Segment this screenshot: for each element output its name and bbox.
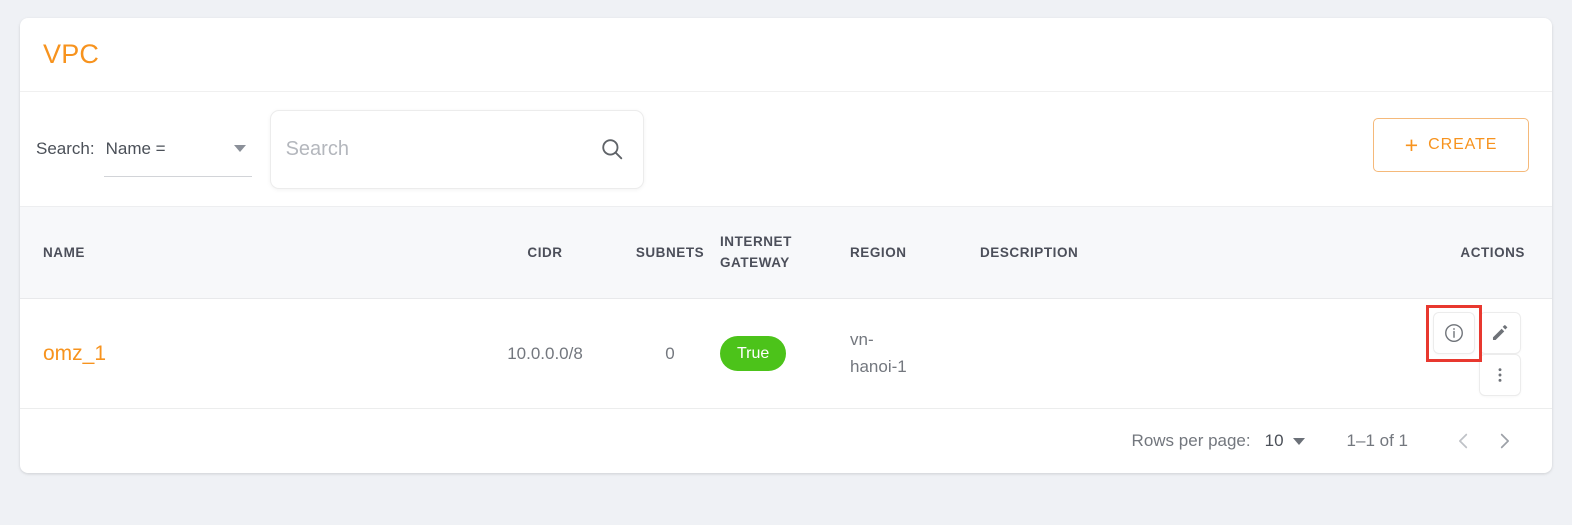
column-header-actions: ACTIONS xyxy=(1460,245,1525,260)
table-head: NAME CIDR SUBNETS INTERNET GATEWAY REGIO… xyxy=(20,206,1552,299)
status-badge: True xyxy=(720,336,787,371)
pagination-bar: Rows per page: 10 1–1 of 1 xyxy=(20,409,1552,473)
table-body: omz_1 10.0.0.0/8 0 True vn- hanoi-1 xyxy=(20,298,1552,409)
rows-per-page-value: 10 xyxy=(1264,431,1284,450)
cell-cidr: 10.0.0.0/8 xyxy=(470,298,620,409)
table-row: omz_1 10.0.0.0/8 0 True vn- hanoi-1 xyxy=(20,298,1552,409)
region-line1: vn- xyxy=(850,330,874,350)
cell-actions xyxy=(1310,298,1552,409)
rows-per-page-label: Rows per page: xyxy=(1131,431,1251,450)
rows-per-page-select[interactable]: 10 xyxy=(1265,431,1305,451)
page-root: VPC Search: Name = Search + CREATE NAME … xyxy=(0,0,1572,525)
card-header: VPC xyxy=(20,18,1552,92)
cell-subnets: 0 xyxy=(620,298,720,409)
column-header-description[interactable]: DESCRIPTION xyxy=(980,207,1310,299)
column-header-region[interactable]: REGION xyxy=(850,207,980,299)
column-header-name[interactable]: NAME xyxy=(20,207,470,299)
column-header-internet-gateway-line2: GATEWAY xyxy=(720,254,790,270)
search-box[interactable] xyxy=(269,109,644,189)
column-header-internet-gateway-line1: INTERNET xyxy=(720,233,792,249)
plus-icon: + xyxy=(1404,131,1419,158)
info-button[interactable] xyxy=(1433,311,1475,354)
chevron-down-icon xyxy=(1292,437,1305,445)
cell-name: omz_1 xyxy=(20,298,470,409)
vpc-name-link[interactable]: omz_1 xyxy=(43,342,106,365)
previous-page-button[interactable] xyxy=(1444,421,1484,461)
create-button[interactable]: + CREATE xyxy=(1373,118,1529,172)
vpc-card: VPC Search: Name = Search + CREATE NAME … xyxy=(20,18,1552,473)
search-icon[interactable] xyxy=(599,136,625,162)
search-input[interactable] xyxy=(285,137,599,161)
row-actions xyxy=(1425,304,1525,396)
vpc-table: NAME CIDR SUBNETS INTERNET GATEWAY REGIO… xyxy=(20,206,1552,409)
search-label: Search: xyxy=(36,139,95,158)
next-page-button[interactable] xyxy=(1484,421,1524,461)
toolbar: Search: Name = + CREA xyxy=(20,92,1552,206)
column-header-cidr[interactable]: CIDR xyxy=(470,207,620,299)
cell-internet-gateway: True xyxy=(720,298,850,409)
search-field-select[interactable]: Name = xyxy=(103,121,252,177)
more-options-button[interactable] xyxy=(1479,353,1521,396)
search-group: Search: Name = xyxy=(36,109,644,189)
cell-description xyxy=(980,298,1310,409)
pagination-range: 1–1 of 1 xyxy=(1346,431,1408,450)
page-title: VPC xyxy=(43,39,100,69)
cell-region: vn- hanoi-1 xyxy=(850,298,980,409)
column-header-internet-gateway[interactable]: INTERNET GATEWAY xyxy=(720,207,850,299)
region-line2: hanoi-1 xyxy=(850,356,907,376)
edit-button[interactable] xyxy=(1479,311,1521,354)
chevron-down-icon xyxy=(233,145,246,152)
search-field-select-value: Name = xyxy=(105,138,166,158)
table-header-row: NAME CIDR SUBNETS INTERNET GATEWAY REGIO… xyxy=(20,206,1552,299)
column-header-subnets[interactable]: SUBNETS xyxy=(620,207,720,299)
create-button-label: CREATE xyxy=(1428,136,1498,153)
